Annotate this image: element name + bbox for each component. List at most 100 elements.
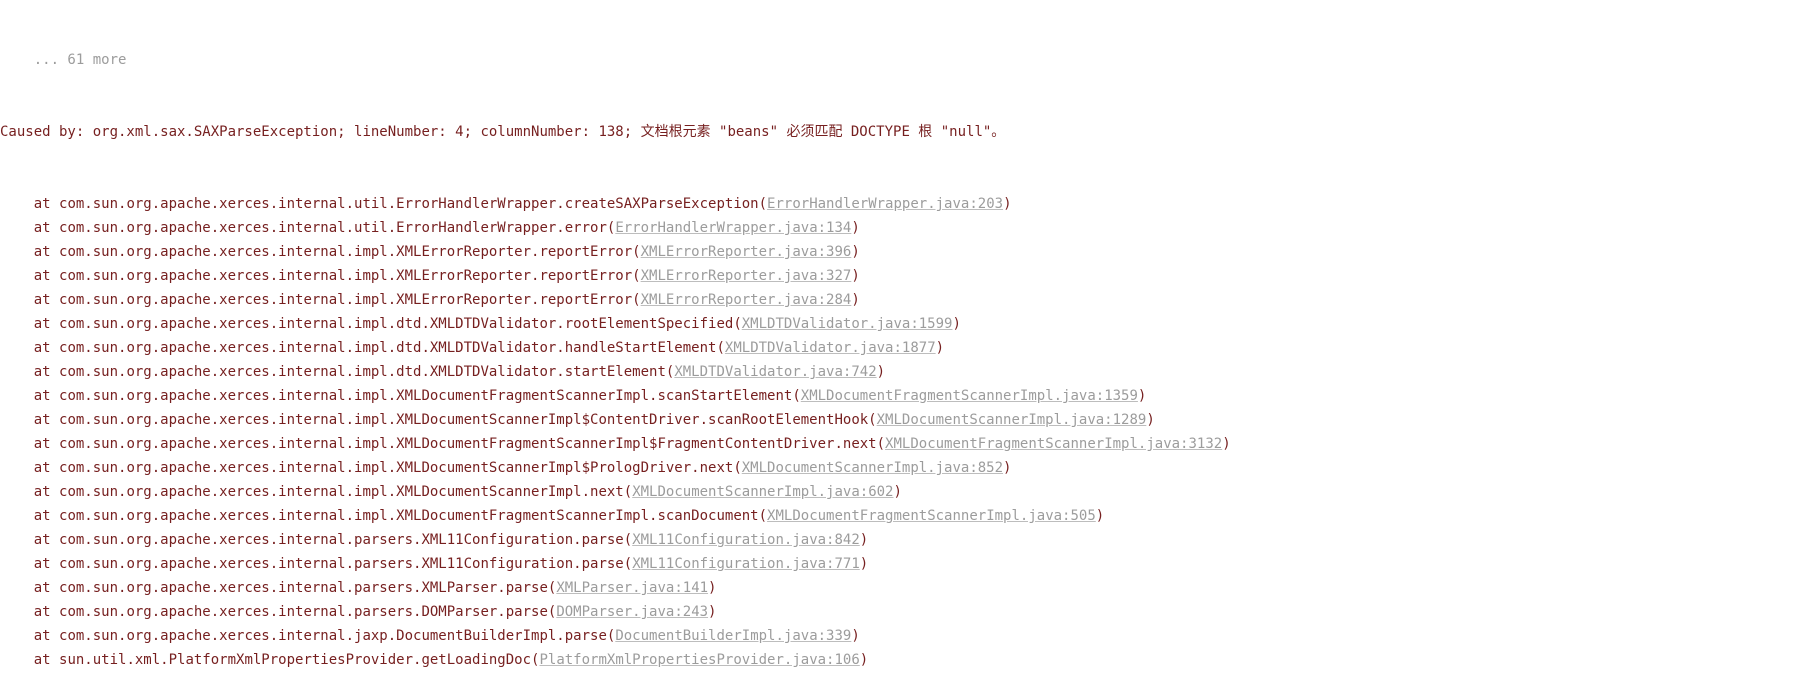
caused-by-line: Caused by: org.xml.sax.SAXParseException…	[0, 120, 1796, 144]
exception-message: org.xml.sax.SAXParseException; lineNumbe…	[93, 124, 1006, 140]
frame-class-method: com.sun.org.apache.xerces.internal.parse…	[59, 580, 548, 596]
source-link[interactable]: XMLDocumentScannerImpl.java:602	[632, 484, 893, 500]
at-keyword: at	[0, 604, 59, 620]
source-link[interactable]: XML11Configuration.java:842	[632, 532, 860, 548]
frame-class-method: com.sun.org.apache.xerces.internal.jaxp.…	[59, 628, 607, 644]
paren-open: (	[733, 316, 741, 332]
at-keyword: at	[0, 364, 59, 380]
paren-close: )	[851, 628, 859, 644]
source-link[interactable]: XML11Configuration.java:771	[632, 556, 860, 572]
stack-frame: at com.sun.org.apache.xerces.internal.im…	[0, 288, 1796, 312]
paren-open: (	[877, 436, 885, 452]
source-link[interactable]: XMLErrorReporter.java:396	[641, 244, 852, 260]
paren-close: )	[936, 340, 944, 356]
paren-open: (	[792, 388, 800, 404]
source-link[interactable]: XMLDocumentFragmentScannerImpl.java:505	[767, 508, 1096, 524]
paren-close: )	[1096, 508, 1104, 524]
paren-close: )	[1003, 460, 1011, 476]
paren-close: )	[1003, 196, 1011, 212]
frame-class-method: com.sun.org.apache.xerces.internal.impl.…	[59, 460, 733, 476]
stack-frame: at com.sun.org.apache.xerces.internal.im…	[0, 360, 1796, 384]
frame-class-method: com.sun.org.apache.xerces.internal.impl.…	[59, 340, 716, 356]
stack-frame: at com.sun.org.apache.xerces.internal.im…	[0, 336, 1796, 360]
frame-class-method: com.sun.org.apache.xerces.internal.impl.…	[59, 436, 877, 452]
paren-open: (	[531, 652, 539, 668]
paren-open: (	[624, 556, 632, 572]
at-keyword: at	[0, 508, 59, 524]
at-keyword: at	[0, 388, 59, 404]
at-keyword: at	[0, 292, 59, 308]
source-link[interactable]: ErrorHandlerWrapper.java:134	[615, 220, 851, 236]
stack-frame: at com.sun.org.apache.xerces.internal.pa…	[0, 576, 1796, 600]
paren-open: (	[624, 532, 632, 548]
stack-frame: at com.sun.org.apache.xerces.internal.pa…	[0, 552, 1796, 576]
paren-close: )	[952, 316, 960, 332]
paren-close: )	[877, 364, 885, 380]
source-link[interactable]: PlatformXmlPropertiesProvider.java:106	[539, 652, 859, 668]
source-link[interactable]: XMLDTDValidator.java:1599	[742, 316, 953, 332]
stack-frame: at com.sun.org.apache.xerces.internal.im…	[0, 312, 1796, 336]
paren-open: (	[548, 604, 556, 620]
source-link[interactable]: XMLDocumentScannerImpl.java:1289	[877, 412, 1147, 428]
paren-open: (	[868, 412, 876, 428]
source-link[interactable]: XMLDocumentFragmentScannerImpl.java:1359	[801, 388, 1138, 404]
stack-frame: at com.sun.org.apache.xerces.internal.ut…	[0, 216, 1796, 240]
at-keyword: at	[0, 268, 59, 284]
frame-class-method: com.sun.org.apache.xerces.internal.impl.…	[59, 364, 666, 380]
paren-close: )	[860, 652, 868, 668]
stack-frame: at com.sun.org.apache.xerces.internal.pa…	[0, 528, 1796, 552]
at-keyword: at	[0, 244, 59, 260]
stack-frame: at com.sun.org.apache.xerces.internal.im…	[0, 432, 1796, 456]
paren-open: (	[632, 244, 640, 260]
source-link[interactable]: ErrorHandlerWrapper.java:203	[767, 196, 1003, 212]
source-link[interactable]: XMLErrorReporter.java:327	[641, 268, 852, 284]
paren-open: (	[759, 508, 767, 524]
source-link[interactable]: XMLErrorReporter.java:284	[641, 292, 852, 308]
stack-frame: at com.sun.org.apache.xerces.internal.ut…	[0, 192, 1796, 216]
paren-open: (	[632, 268, 640, 284]
source-link[interactable]: DOMParser.java:243	[556, 604, 708, 620]
paren-open: (	[624, 484, 632, 500]
paren-close: )	[851, 292, 859, 308]
source-link[interactable]: DocumentBuilderImpl.java:339	[615, 628, 851, 644]
at-keyword: at	[0, 652, 59, 668]
paren-close: )	[1146, 412, 1154, 428]
source-link[interactable]: XMLDTDValidator.java:742	[674, 364, 876, 380]
source-link[interactable]: XMLDTDValidator.java:1877	[725, 340, 936, 356]
at-keyword: at	[0, 436, 59, 452]
source-link[interactable]: XMLDocumentFragmentScannerImpl.java:3132	[885, 436, 1222, 452]
stack-frame: at com.sun.org.apache.xerces.internal.ja…	[0, 624, 1796, 648]
stack-frame: at com.sun.org.apache.xerces.internal.im…	[0, 240, 1796, 264]
frame-class-method: com.sun.org.apache.xerces.internal.impl.…	[59, 388, 792, 404]
at-keyword: at	[0, 580, 59, 596]
ellipsis-line: ... 61 more	[0, 48, 1796, 72]
source-link[interactable]: XMLParser.java:141	[556, 580, 708, 596]
frame-class-method: com.sun.org.apache.xerces.internal.parse…	[59, 604, 548, 620]
paren-close: )	[851, 268, 859, 284]
stack-frame: at com.sun.org.apache.xerces.internal.pa…	[0, 600, 1796, 624]
paren-close: )	[893, 484, 901, 500]
paren-open: (	[716, 340, 724, 356]
source-link[interactable]: XMLDocumentScannerImpl.java:852	[742, 460, 1003, 476]
at-keyword: at	[0, 220, 59, 236]
at-keyword: at	[0, 556, 59, 572]
at-keyword: at	[0, 460, 59, 476]
frame-class-method: com.sun.org.apache.xerces.internal.impl.…	[59, 268, 632, 284]
at-keyword: at	[0, 628, 59, 644]
frame-class-method: com.sun.org.apache.xerces.internal.impl.…	[59, 244, 632, 260]
paren-close: )	[1138, 388, 1146, 404]
paren-close: )	[860, 532, 868, 548]
frame-class-method: com.sun.org.apache.xerces.internal.parse…	[59, 556, 624, 572]
at-keyword: at	[0, 484, 59, 500]
paren-close: )	[1222, 436, 1230, 452]
frame-class-method: com.sun.org.apache.xerces.internal.impl.…	[59, 508, 759, 524]
stack-frame: at com.sun.org.apache.xerces.internal.im…	[0, 408, 1796, 432]
frame-class-method: com.sun.org.apache.xerces.internal.util.…	[59, 196, 759, 212]
caused-by-prefix: Caused by:	[0, 124, 93, 140]
frame-class-method: com.sun.org.apache.xerces.internal.impl.…	[59, 316, 733, 332]
at-keyword: at	[0, 340, 59, 356]
paren-close: )	[708, 604, 716, 620]
stack-frame: at com.sun.org.apache.xerces.internal.im…	[0, 480, 1796, 504]
at-keyword: at	[0, 316, 59, 332]
stack-frame: at sun.util.xml.PlatformXmlPropertiesPro…	[0, 648, 1796, 672]
